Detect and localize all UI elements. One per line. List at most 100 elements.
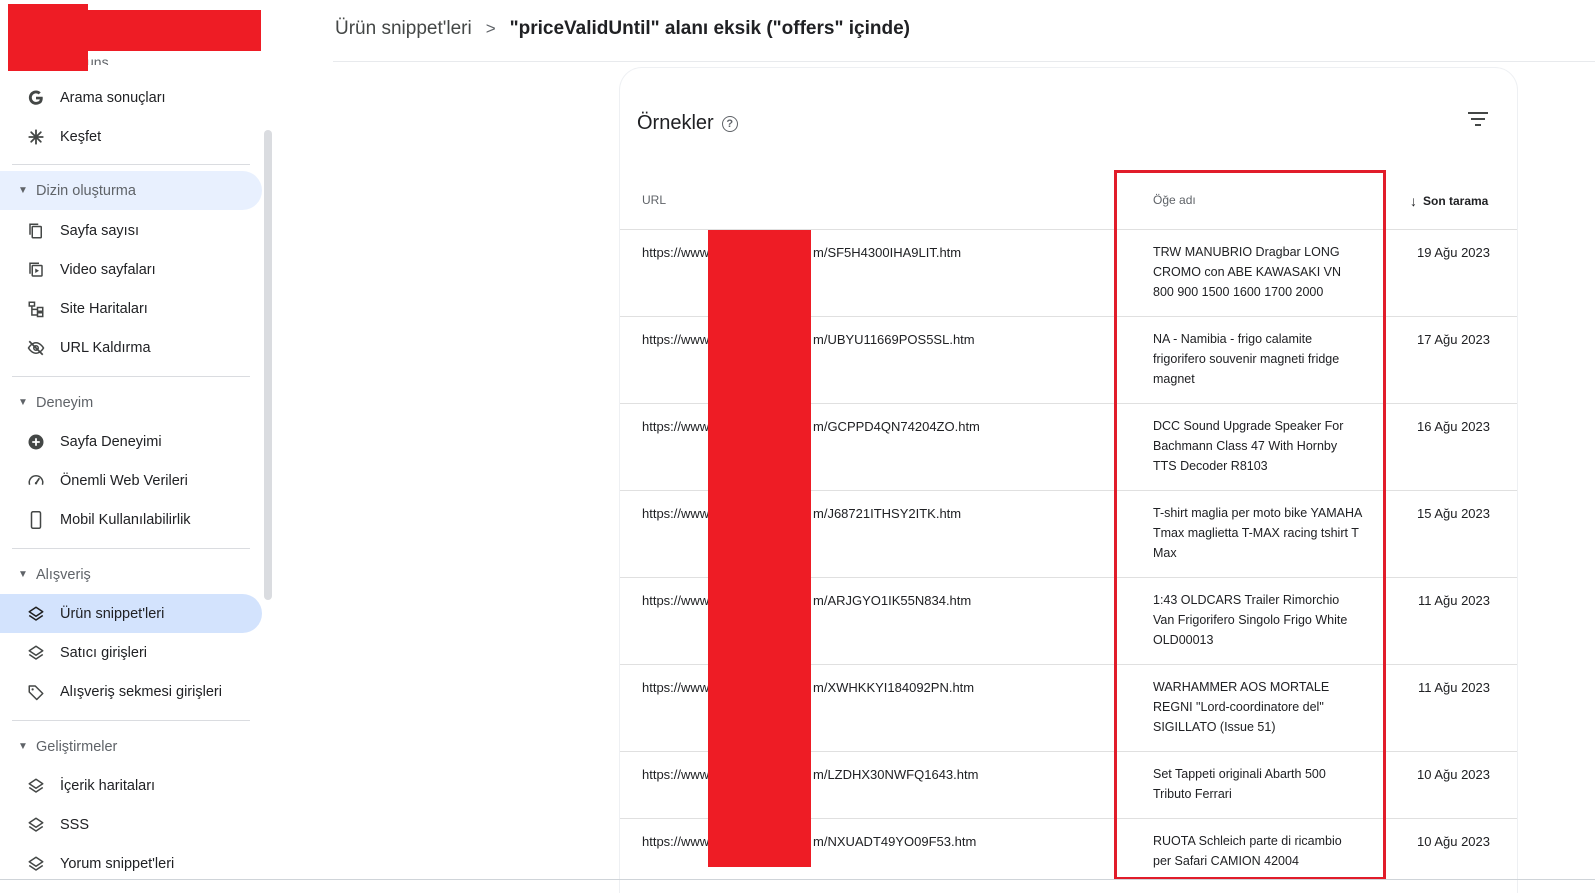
section-deneyim[interactable]: ▼ Deneyim [0, 383, 262, 422]
url-start: https://www [642, 834, 710, 849]
table-row-date: 10 Ağu 2023 [1416, 834, 1490, 849]
sidebar-item-label: Video sayfaları [60, 261, 156, 278]
url-end: m/LZDHX30NWFQ1643.htm [813, 767, 979, 782]
layers-icon [24, 813, 48, 837]
url-end: m/XWHKKYI184092PN.htm [813, 680, 975, 695]
sidebar-item-label: Arama sonuçları [60, 89, 166, 106]
sidebar-item-label: Sayfa sayısı [60, 222, 139, 239]
redaction-block [708, 230, 811, 867]
layers-icon [24, 602, 48, 626]
table-row-url[interactable]: https://www m/UBYU11669POS5SL.htm [642, 332, 975, 347]
sidebar-item-mobil-kullanilabilirlik[interactable]: Mobil Kullanılabilirlik [0, 500, 262, 539]
column-header-last-crawl[interactable]: ↓ Son tarama [1410, 193, 1488, 209]
phone-icon [24, 508, 48, 532]
sidebar-item-label: Keşfet [60, 128, 102, 145]
section-title: Alışveriş [36, 566, 91, 583]
breadcrumb-parent-link[interactable]: Ürün snippet'leri [335, 18, 472, 40]
sidebar-peek-text: uns [86, 54, 109, 65]
table-row-url[interactable]: https://www m/SF5H4300IHA9LIT.htm [642, 245, 961, 260]
table-row-date: 10 Ağu 2023 [1416, 767, 1490, 782]
gauge-icon [24, 469, 48, 493]
layers-icon [24, 774, 48, 798]
sitemap-icon [24, 297, 48, 321]
url-end: m/UBYU11669POS5SL.htm [813, 332, 975, 347]
sidebar-item-sayfa-deneyimi[interactable]: Sayfa Deneyimi [0, 422, 262, 461]
table-row-date: 15 Ağu 2023 [1416, 506, 1490, 521]
sidebar-item-label: Alışveriş sekmesi girişleri [60, 683, 222, 700]
tag-icon [24, 680, 48, 704]
url-end: m/GCPPD4QN74204ZO.htm [813, 419, 980, 434]
help-icon[interactable]: ? [721, 115, 738, 132]
header-divider [333, 61, 1595, 62]
section-dizin-olusturma[interactable]: ▼ Dizin oluşturma [0, 171, 262, 210]
table-row-url[interactable]: https://www m/XWHKKYI184092PN.htm [642, 680, 974, 695]
section-gelistirmeler[interactable]: ▼ Geliştirmeler [0, 727, 262, 766]
section-title: Geliştirmeler [36, 738, 118, 755]
chevron-right-icon: > [485, 19, 496, 38]
sidebar-divider [12, 548, 250, 549]
sidebar-scrollbar[interactable] [264, 130, 272, 600]
sidebar-item-label: Yorum snippet'leri [60, 855, 175, 872]
table-row-url[interactable]: https://www m/GCPPD4QN74204ZO.htm [642, 419, 980, 434]
sidebar-item-label: Site Haritaları [60, 300, 148, 317]
url-start: https://www [642, 245, 710, 260]
pages-icon [24, 219, 48, 243]
sidebar-item-label: Mobil Kullanılabilirlik [60, 511, 191, 528]
table-row-url[interactable]: https://www m/J68721ITHSY2ITK.htm [642, 506, 961, 521]
section-alisveris[interactable]: ▼ Alışveriş [0, 555, 262, 594]
sidebar-item-onemli-web-verileri[interactable]: Önemli Web Verileri [0, 461, 262, 500]
sidebar-item-label: Önemli Web Verileri [60, 472, 188, 489]
window-bottom-edge [0, 879, 1595, 880]
sidebar-item-icerik-haritalari[interactable]: İçerik haritaları [0, 766, 262, 805]
sidebar-item-yorum-snippetleri[interactable]: Yorum snippet'leri [0, 844, 262, 883]
filter-icon[interactable] [1468, 110, 1490, 128]
google-g-icon [24, 86, 48, 110]
url-end: m/SF5H4300IHA9LIT.htm [813, 245, 962, 260]
sidebar: uns Arama sonuçları Keşfet ▼ Dizin oluşt… [0, 0, 272, 893]
url-start: https://www [642, 506, 710, 521]
url-start: https://www [642, 332, 710, 347]
card-title-text: Örnekler [637, 112, 714, 134]
caret-down-icon: ▼ [18, 569, 28, 580]
section-title: Dizin oluşturma [36, 182, 136, 199]
url-end: m/J68721ITHSY2ITK.htm [813, 506, 962, 521]
sidebar-item-label: İçerik haritaları [60, 777, 156, 794]
url-start: https://www [642, 419, 710, 434]
page-title: "priceValidUntil" alanı eksik ("offers" … [509, 18, 910, 39]
card-title: Örnekler ? [637, 112, 738, 135]
sidebar-item-satici-girisleri[interactable]: Satıcı girişleri [0, 633, 262, 672]
sidebar-item-kesfet[interactable]: Keşfet [0, 117, 262, 156]
eye-off-icon [24, 336, 48, 360]
table-row-url[interactable]: https://www m/ARJGYO1IK55N834.htm [642, 593, 971, 608]
highlight-annotation-box [1114, 170, 1386, 880]
sidebar-item-sss[interactable]: SSS [0, 805, 262, 844]
sidebar-item-video-sayfalari[interactable]: Video sayfaları [0, 250, 262, 289]
table-row-date: 11 Ağu 2023 [1417, 593, 1490, 608]
sidebar-item-label: Sayfa Deneyimi [60, 433, 162, 450]
sidebar-item-site-haritalari[interactable]: Site Haritaları [0, 289, 262, 328]
table-row-url[interactable]: https://www m/NXUADT49YO09F53.htm [642, 834, 976, 849]
sidebar-item-sayfa-sayisi[interactable]: Sayfa sayısı [0, 211, 262, 250]
section-title: Deneyim [36, 394, 94, 411]
search-console-app: uns Arama sonuçları Keşfet ▼ Dizin oluşt… [0, 0, 1595, 893]
sidebar-item-label: Satıcı girişleri [60, 644, 148, 661]
breadcrumb: Ürün snippet'leri > "priceValidUntil" al… [335, 18, 910, 40]
video-page-icon [24, 258, 48, 282]
caret-down-icon: ▼ [18, 185, 28, 196]
column-header-url[interactable]: URL [642, 193, 666, 207]
sidebar-divider [12, 164, 250, 165]
sidebar-item-url-kaldirma[interactable]: URL Kaldırma [0, 328, 262, 367]
sort-arrow-down-icon: ↓ [1410, 193, 1417, 209]
table-row-date: 16 Ağu 2023 [1416, 419, 1490, 434]
table-row-date: 11 Ağu 2023 [1417, 680, 1490, 695]
sidebar-item-alisveris-sekmesi-girisleri[interactable]: Alışveriş sekmesi girişleri [0, 672, 262, 711]
sidebar-item-arama-sonuclari[interactable]: Arama sonuçları [0, 78, 262, 117]
page-header: Ürün snippet'leri > "priceValidUntil" al… [272, 0, 1595, 61]
url-end: m/NXUADT49YO09F53.htm [813, 834, 977, 849]
table-row-url[interactable]: https://www m/LZDHX30NWFQ1643.htm [642, 767, 978, 782]
plus-circle-icon [24, 430, 48, 454]
table-row-date: 19 Ağu 2023 [1416, 245, 1490, 260]
sidebar-item-urun-snippetleri[interactable]: Ürün snippet'leri [0, 594, 262, 633]
caret-down-icon: ▼ [18, 741, 28, 752]
column-header-label: Son tarama [1423, 194, 1489, 208]
